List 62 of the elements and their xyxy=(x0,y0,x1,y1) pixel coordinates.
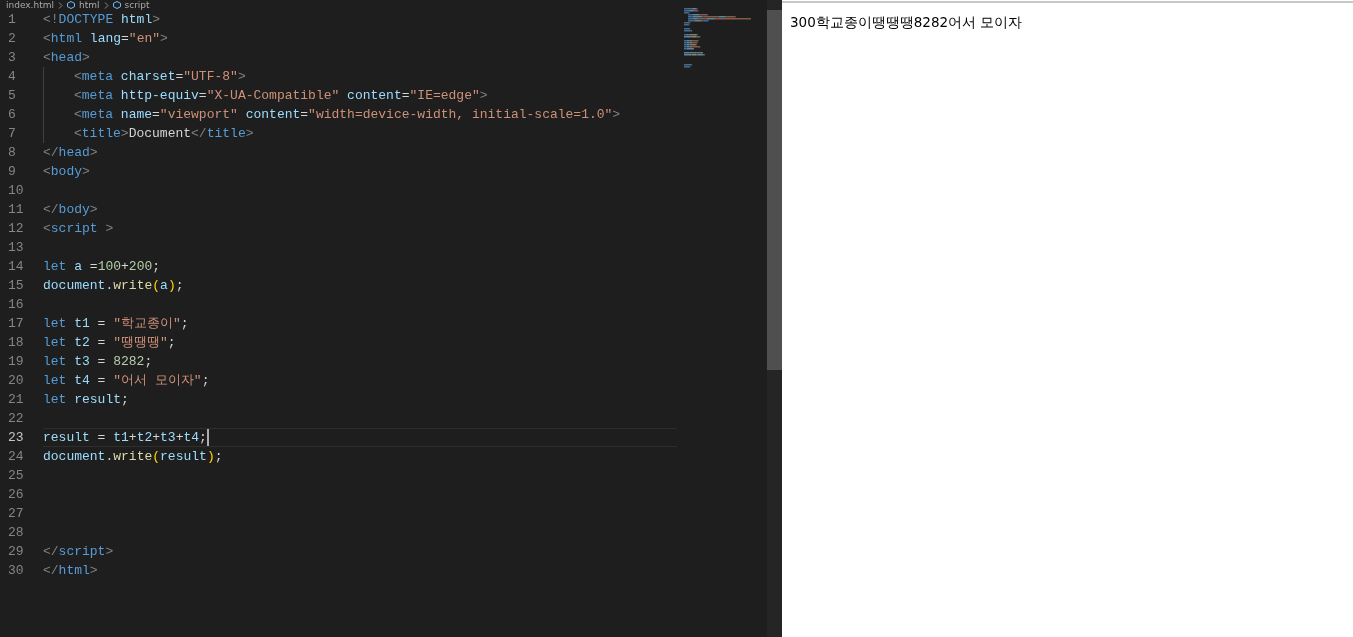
code-line: let t4 = "어서 모이자"; xyxy=(43,372,210,390)
code-line: document.write(a); xyxy=(43,277,184,295)
code-line: let result; xyxy=(43,391,129,409)
breadcrumb-item[interactable]: script xyxy=(124,0,150,10)
code-line: </html> xyxy=(43,562,98,580)
code-line: <body> xyxy=(43,163,90,181)
line-number: 21 xyxy=(7,391,25,409)
line-number: 30 xyxy=(7,562,25,580)
line-number: 25 xyxy=(7,467,25,485)
line-number: 4 xyxy=(7,68,17,86)
chevron-icon xyxy=(58,1,63,9)
line-number: 24 xyxy=(7,448,25,466)
line-number: 9 xyxy=(7,163,17,181)
breadcrumb-item[interactable]: index.html xyxy=(6,0,54,10)
line-number: 16 xyxy=(7,296,25,314)
line-number: 28 xyxy=(7,524,25,542)
code-line: <script > xyxy=(43,220,114,238)
line-number: 29 xyxy=(7,543,25,561)
scrollbar-thumb[interactable] xyxy=(767,10,782,370)
line-number: 1 xyxy=(7,11,17,29)
line-number: 5 xyxy=(7,87,17,105)
code-line: <html lang="en"> xyxy=(43,30,168,48)
code-line: </script> xyxy=(43,543,114,561)
line-number: 8 xyxy=(7,144,17,162)
line-number: 27 xyxy=(7,505,25,523)
line-number: 10 xyxy=(7,182,25,200)
code-line: </body> xyxy=(43,201,98,219)
code-line: <meta http-equiv="X-UA-Compatible" content="IE=edge"> xyxy=(74,87,488,105)
line-number: 15 xyxy=(7,277,25,295)
line-number: 18 xyxy=(7,334,25,352)
text-cursor xyxy=(206,429,209,446)
line-number: 2 xyxy=(7,30,17,48)
code-line: <meta name="viewport" content="width=device-width, initial-scale=1.0"> xyxy=(74,106,621,124)
line-number: 22 xyxy=(7,410,25,428)
code-line: <!DOCTYPE html> xyxy=(43,11,161,29)
cube-icon xyxy=(67,1,75,9)
code-line: let t1 = "학교종이"; xyxy=(43,315,189,333)
line-number: 11 xyxy=(7,201,25,219)
line-number: 23 xyxy=(7,429,25,447)
line-number: 26 xyxy=(7,486,25,504)
code-line: let a =100+200; xyxy=(43,258,161,276)
line-number: 7 xyxy=(7,125,17,143)
line-number: 19 xyxy=(7,353,25,371)
line-number: 6 xyxy=(7,106,17,124)
line-number: 20 xyxy=(7,372,25,390)
line-number: 3 xyxy=(7,49,17,67)
code-line: let t2 = "땡땡땡"; xyxy=(43,334,176,352)
code-line: document.write(result); xyxy=(43,448,223,466)
cube-icon xyxy=(112,1,121,9)
line-number: 12 xyxy=(7,220,25,238)
code-line: result = t1+t2+t3+t4; xyxy=(43,429,207,447)
code-line: </head> xyxy=(43,144,98,162)
breadcrumb-item[interactable]: html xyxy=(79,0,100,10)
code-line: let t3 = 8282; xyxy=(43,353,153,371)
code-line: <meta charset="UTF-8"> xyxy=(74,68,246,86)
output-text: 300학교종이땡땡땡8282어서 모이자 xyxy=(790,13,1024,32)
line-number: 17 xyxy=(7,315,25,333)
code-line: <title>Document</title> xyxy=(74,125,254,143)
line-number: 13 xyxy=(7,239,25,257)
code-line: <head> xyxy=(43,49,90,67)
chevron-icon xyxy=(103,1,109,9)
line-number: 14 xyxy=(7,258,25,276)
